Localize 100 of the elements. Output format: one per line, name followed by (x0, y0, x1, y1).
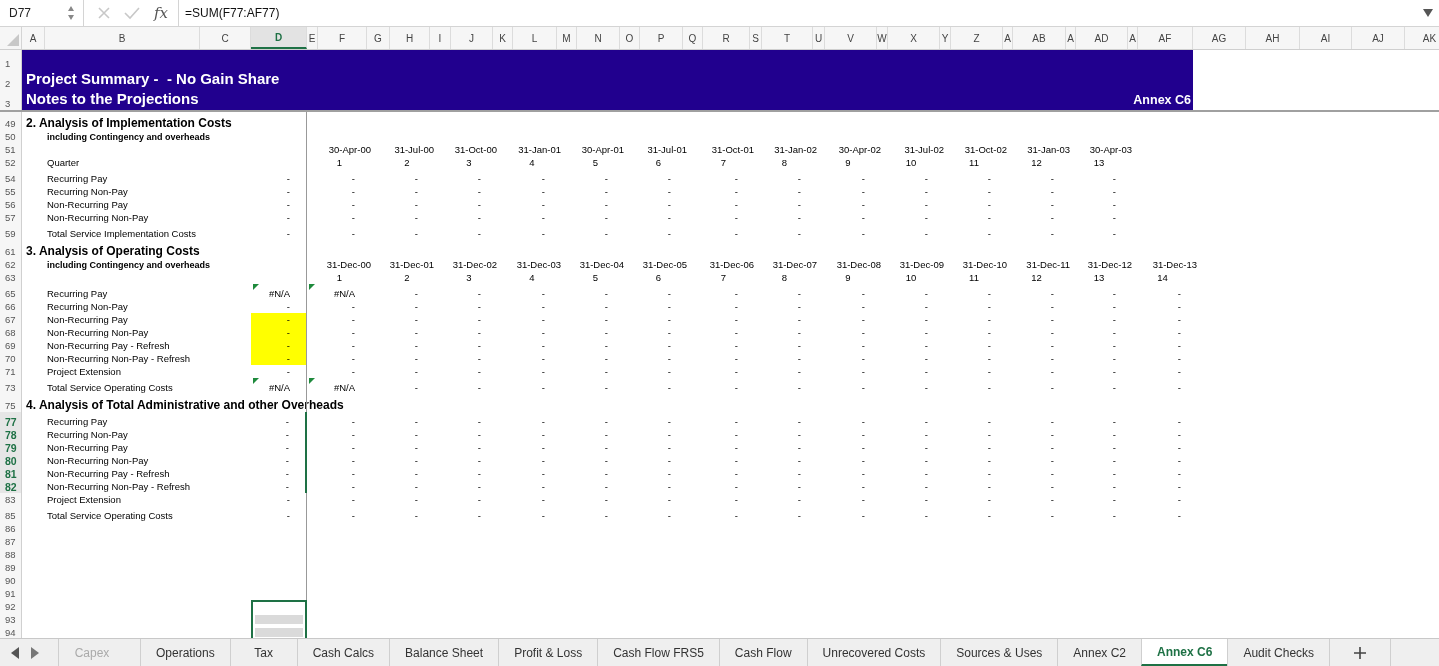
row-number[interactable]: 93 (0, 613, 22, 626)
check-icon[interactable] (124, 6, 140, 20)
sheet-tab[interactable]: Operations (140, 639, 230, 666)
row-number[interactable]: 69 (0, 339, 22, 352)
column-header[interactable]: AG (1193, 27, 1246, 49)
table-cell[interactable]: - (251, 441, 307, 454)
row-number[interactable]: 75 (0, 394, 22, 412)
sheet-tab[interactable]: Profit & Loss (498, 639, 598, 666)
row-number[interactable]: 92 (0, 600, 22, 613)
previous-sheet-icon[interactable] (10, 646, 20, 659)
column-header[interactable]: F (318, 27, 367, 49)
column-header[interactable]: L (513, 27, 557, 49)
table-cell[interactable]: - (251, 198, 307, 211)
table-cell[interactable]: - (251, 506, 307, 522)
name-box[interactable]: D77 (0, 0, 84, 26)
selected-cell[interactable] (251, 613, 307, 626)
sheet-tab[interactable]: Sources & Uses (940, 639, 1058, 666)
table-cell[interactable]: - (251, 454, 307, 467)
row-number[interactable]: 91 (0, 587, 22, 600)
table-cell[interactable]: - (251, 480, 307, 493)
row-number[interactable]: 51 (0, 143, 22, 156)
column-header[interactable]: E (307, 27, 318, 49)
row-number[interactable]: 88 (0, 548, 22, 561)
column-header[interactable]: Q (683, 27, 703, 49)
column-header[interactable]: P (640, 27, 683, 49)
row-number[interactable]: 71 (0, 365, 22, 378)
row-number[interactable]: 73 (0, 378, 22, 394)
column-header[interactable]: A (1066, 27, 1076, 49)
row-number[interactable]: 81 (0, 467, 22, 480)
sheet-tab[interactable]: Annex C6 (1141, 639, 1228, 666)
spinner-icon[interactable] (67, 5, 75, 21)
row-number[interactable]: 49 (0, 112, 22, 130)
sheet-tab[interactable]: Balance Sheet (389, 639, 499, 666)
column-header[interactable]: U (813, 27, 825, 49)
column-header[interactable]: AJ (1352, 27, 1405, 49)
column-header[interactable]: B (45, 27, 200, 49)
row-number[interactable]: 2 (0, 70, 22, 90)
column-header[interactable]: A (22, 27, 45, 49)
column-header[interactable]: G (367, 27, 390, 49)
row-number[interactable]: 78 (0, 428, 22, 441)
column-header[interactable]: T (762, 27, 813, 49)
row-number[interactable]: 94 (0, 626, 22, 638)
row-number[interactable]: 56 (0, 198, 22, 211)
column-header[interactable]: H (390, 27, 430, 49)
column-header[interactable]: AI (1300, 27, 1352, 49)
column-header[interactable]: AB (1013, 27, 1066, 49)
row-number[interactable]: 77 (0, 412, 22, 428)
row-number[interactable]: 54 (0, 169, 22, 185)
row-number[interactable]: 66 (0, 300, 22, 313)
sheet-tab[interactable]: Tax (229, 639, 297, 666)
column-header[interactable]: AD (1076, 27, 1128, 49)
row-number[interactable]: 63 (0, 271, 22, 284)
table-cell[interactable]: - (251, 412, 307, 428)
column-header[interactable]: O (620, 27, 640, 49)
column-header[interactable]: A (1003, 27, 1013, 49)
sheet-tab[interactable]: Cash Flow FRS5 (597, 639, 719, 666)
formula-field[interactable]: =SUM(F77:AF77) (178, 0, 1417, 26)
row-number[interactable]: 52 (0, 156, 22, 169)
sheet-tab[interactable]: Cash Calcs (296, 639, 390, 666)
row-number[interactable]: 87 (0, 535, 22, 548)
row-number[interactable]: 90 (0, 574, 22, 587)
caret-icon[interactable] (1423, 9, 1433, 17)
column-header[interactable]: N (577, 27, 620, 49)
table-cell[interactable]: - (251, 169, 307, 185)
next-sheet-icon[interactable] (30, 646, 40, 659)
table-cell[interactable]: #N/A (251, 284, 307, 300)
column-header[interactable]: R (703, 27, 750, 49)
column-header[interactable]: A (1128, 27, 1138, 49)
row-number[interactable]: 67 (0, 313, 22, 326)
table-cell[interactable]: - (251, 352, 307, 365)
table-cell[interactable]: #N/A (251, 378, 307, 394)
table-cell[interactable]: - (251, 493, 307, 506)
column-header[interactable]: AH (1246, 27, 1300, 49)
column-header[interactable]: AF (1138, 27, 1193, 49)
row-number[interactable]: 1 (0, 50, 22, 70)
row-number[interactable]: 55 (0, 185, 22, 198)
selected-cell[interactable] (251, 626, 307, 638)
row-number[interactable]: 3 (0, 90, 22, 110)
column-header[interactable]: D (251, 27, 307, 49)
table-cell[interactable]: - (251, 326, 307, 339)
add-sheet-button[interactable] (1329, 639, 1392, 666)
row-number[interactable]: 62 (0, 258, 22, 271)
column-header[interactable]: K (493, 27, 513, 49)
row-number[interactable]: 85 (0, 506, 22, 522)
column-header[interactable]: W (877, 27, 888, 49)
column-header[interactable]: X (888, 27, 940, 49)
row-number[interactable]: 70 (0, 352, 22, 365)
column-header[interactable]: I (430, 27, 451, 49)
column-header[interactable]: AK (1405, 27, 1439, 49)
row-number[interactable]: 68 (0, 326, 22, 339)
table-cell[interactable]: - (251, 313, 307, 326)
row-number[interactable]: 79 (0, 441, 22, 454)
row-number[interactable]: 50 (0, 130, 22, 143)
row-number[interactable]: 80 (0, 454, 22, 467)
row-number[interactable]: 83 (0, 493, 22, 506)
row-number[interactable]: 65 (0, 284, 22, 300)
row-number[interactable]: 61 (0, 240, 22, 258)
table-cell[interactable]: - (251, 467, 307, 480)
row-number[interactable]: 86 (0, 522, 22, 535)
plus-icon[interactable] (1354, 646, 1367, 659)
